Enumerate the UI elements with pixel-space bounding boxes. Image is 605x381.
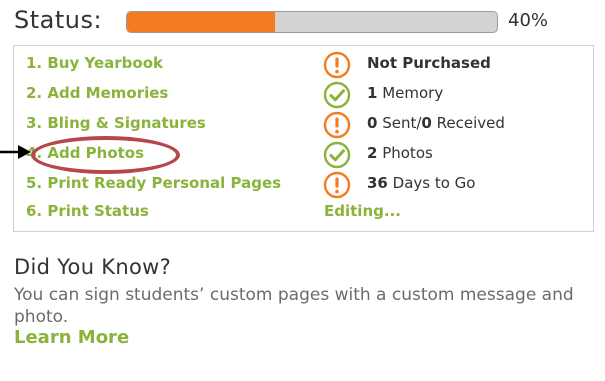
highlight-oval — [31, 136, 180, 174]
step-link-add-memories[interactable]: 2. Add Memories — [26, 84, 168, 102]
step-row-print-ready-pages: 5. Print Ready Personal Pages 36 Days to… — [14, 170, 593, 200]
pointer-arrow-icon — [0, 145, 31, 159]
step-link-buy-yearbook[interactable]: 1. Buy Yearbook — [26, 54, 163, 72]
step-link-print-status[interactable]: 6. Print Status — [26, 202, 149, 220]
check-icon — [323, 81, 351, 109]
warning-icon — [323, 111, 351, 139]
step-status-add-photos: 2 Photos — [367, 144, 433, 162]
did-you-know-body: You can sign students’ custom pages with… — [14, 285, 574, 327]
status-title: Status: — [14, 6, 103, 34]
step-row-print-status: 6. Print Status Editing... — [14, 198, 593, 228]
warning-icon — [323, 171, 351, 199]
step-row-add-memories: 2. Add Memories 1 Memory — [14, 80, 593, 110]
step-status-buy-yearbook: Not Purchased — [367, 54, 491, 72]
step-status-bling-signatures: 0 Sent/0 Received — [367, 114, 505, 132]
step-status-add-memories: 1 Memory — [367, 84, 444, 102]
step-status-print-ready-pages: 36 Days to Go — [367, 174, 476, 192]
warning-icon — [323, 51, 351, 79]
progress-fill — [127, 12, 275, 32]
editing-status-link[interactable]: Editing... — [324, 202, 401, 220]
progress-bar — [126, 11, 498, 33]
learn-more-link[interactable]: Learn More — [14, 327, 129, 348]
check-icon — [323, 141, 351, 169]
step-row-buy-yearbook: 1. Buy Yearbook Not Purchased — [14, 50, 593, 80]
progress-percent: 40% — [508, 10, 549, 31]
step-link-bling-signatures[interactable]: 3. Bling & Signatures — [26, 114, 206, 132]
step-link-print-ready-pages[interactable]: 5. Print Ready Personal Pages — [26, 174, 281, 192]
did-you-know-title: Did You Know? — [14, 255, 172, 279]
status-header: Status: 40% — [14, 4, 594, 42]
